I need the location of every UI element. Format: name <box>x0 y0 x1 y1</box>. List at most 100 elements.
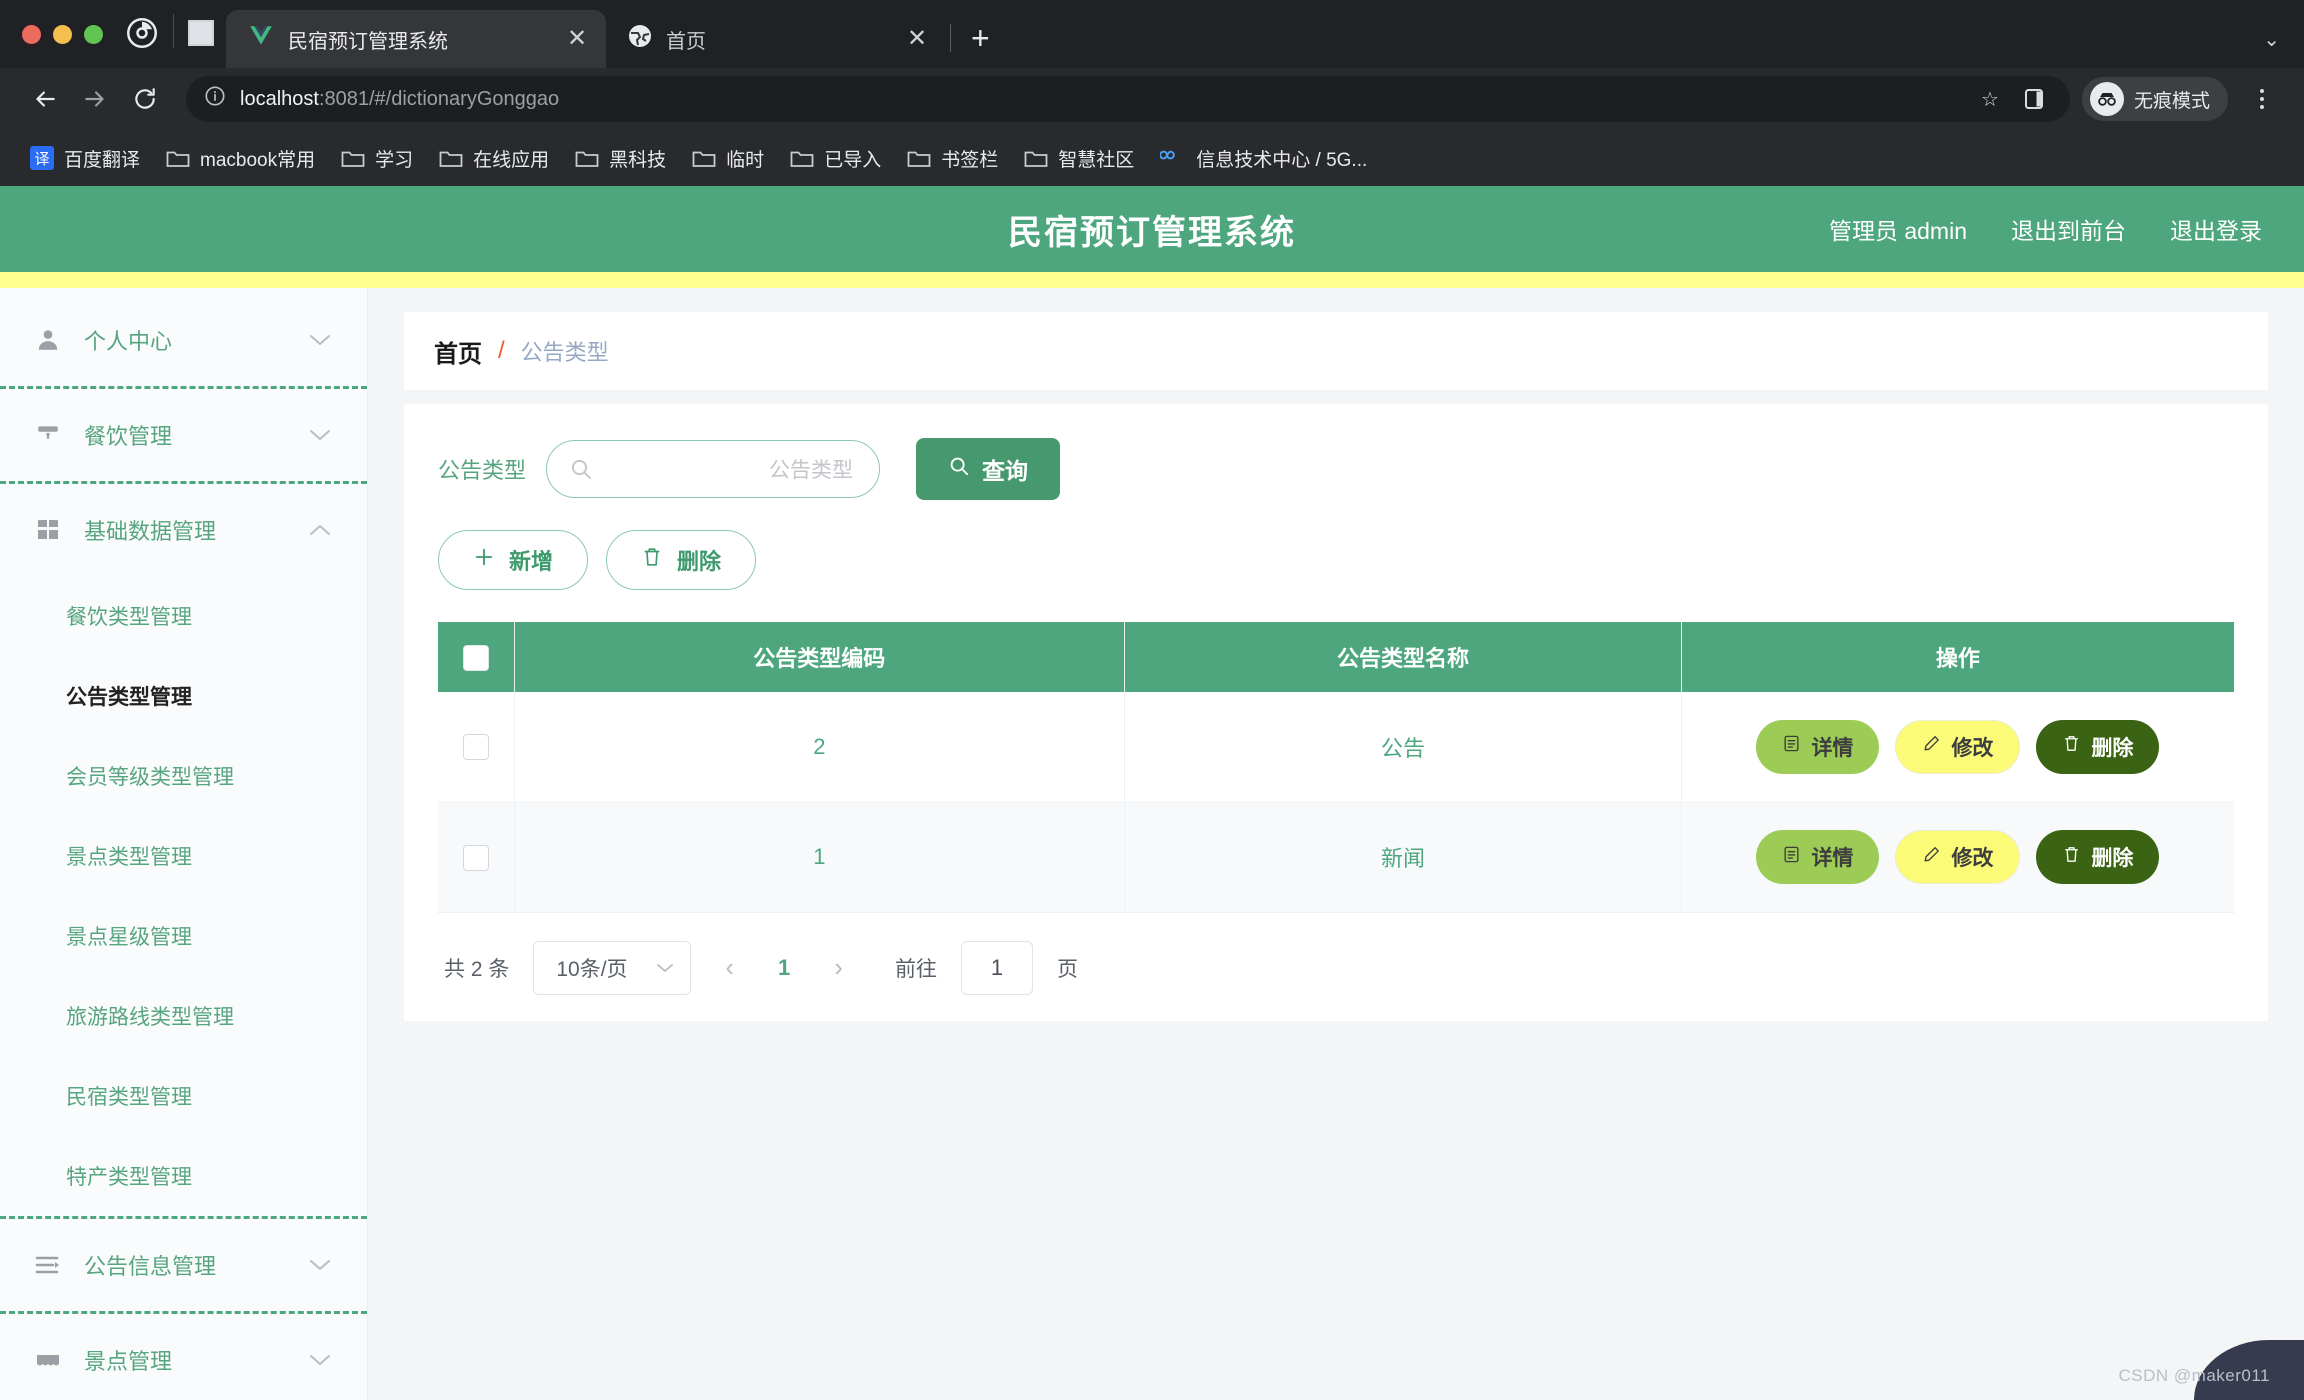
breadcrumb-home[interactable]: 首页 <box>434 334 482 369</box>
sidebar-item-specialty-type[interactable]: 特产类型管理 <box>0 1136 367 1216</box>
breadcrumb-current: 公告类型 <box>521 335 609 367</box>
logout-link[interactable]: 退出登录 <box>2170 212 2262 246</box>
bookmark-label: 书签栏 <box>941 145 998 172</box>
bookmark-item[interactable]: 学习 <box>331 139 423 178</box>
shop-icon <box>34 1346 62 1374</box>
sidebar-item-member-level-type[interactable]: 会员等级类型管理 <box>0 736 367 816</box>
bookmark-item[interactable]: 书签栏 <box>897 139 1008 178</box>
detail-button-label: 详情 <box>1811 842 1853 872</box>
sidebar-group-catering[interactable]: 餐饮管理 <box>0 389 367 481</box>
search-icon <box>948 455 970 483</box>
sidebar-item-homestay-type[interactable]: 民宿类型管理 <box>0 1056 367 1136</box>
close-window-button[interactable] <box>22 25 41 44</box>
incognito-icon <box>2090 82 2124 116</box>
maximize-window-button[interactable] <box>84 25 103 44</box>
sidebar-item-attraction-star[interactable]: 景点星级管理 <box>0 896 367 976</box>
sidebar-item-notice-type[interactable]: 公告类型管理 <box>0 656 367 736</box>
detail-button[interactable]: 详情 <box>1756 720 1879 774</box>
tabstrip-menu-icon[interactable]: ⌄ <box>2263 27 2304 52</box>
sidebar-group-notice-info[interactable]: 公告信息管理 <box>0 1219 367 1311</box>
kebab-menu-icon[interactable] <box>2242 76 2282 122</box>
bookmark-item[interactable]: 在线应用 <box>429 139 559 178</box>
sidebar-group-personal[interactable]: 个人中心 <box>0 294 367 386</box>
tab-title: 民宿预订管理系统 <box>288 25 550 54</box>
sidebar-item-attraction-type[interactable]: 景点类型管理 <box>0 816 367 896</box>
tab-1[interactable]: 首页 ✕ <box>606 10 946 68</box>
translate-icon: 译 <box>30 146 54 170</box>
chevron-down-icon[interactable] <box>309 1353 331 1367</box>
page-number-1[interactable]: 1 <box>768 955 800 981</box>
bookmarks-bar: 译 百度翻译 macbook常用 学习 在线应用 黑科技 临时 已导入 <box>0 130 2304 186</box>
app-body: 个人中心 餐饮管理 基础数据管理 <box>0 288 2304 1400</box>
omnibox-actions: ☆ <box>1970 79 2054 119</box>
delete-button[interactable]: 删除 <box>606 530 756 590</box>
chevron-down-icon[interactable] <box>309 333 331 347</box>
row-delete-button[interactable]: 删除 <box>2036 720 2159 774</box>
breadcrumb: 首页 / 公告类型 <box>404 312 2268 390</box>
search-input[interactable]: 公告类型 <box>546 440 880 498</box>
row-delete-button[interactable]: 删除 <box>2036 830 2159 884</box>
bookmark-item[interactable]: 已导入 <box>780 139 891 178</box>
bookmark-label: 百度翻译 <box>64 145 140 172</box>
sidebar-item-travel-route-type[interactable]: 旅游路线类型管理 <box>0 976 367 1056</box>
select-all-checkbox[interactable] <box>463 645 489 671</box>
chevron-down-icon[interactable] <box>309 1258 331 1272</box>
tab-strip: 民宿预订管理系统 ✕ 首页 ✕ + ⌄ <box>0 0 2304 68</box>
goto-page-input[interactable]: 1 <box>961 941 1033 995</box>
vue-logo-icon <box>248 25 274 53</box>
incognito-label: 无痕模式 <box>2134 86 2210 113</box>
bookmark-star-icon[interactable]: ☆ <box>1970 79 2010 119</box>
query-button[interactable]: 查询 <box>916 438 1060 500</box>
tab-0[interactable]: 民宿预订管理系统 ✕ <box>226 10 606 68</box>
bookmark-item[interactable]: macbook常用 <box>156 139 325 178</box>
folder-icon <box>907 148 931 168</box>
detail-button[interactable]: 详情 <box>1756 830 1879 884</box>
app-header: 民宿预订管理系统 管理员 admin 退出到前台 退出登录 <box>0 186 2304 272</box>
edit-button[interactable]: 修改 <box>1895 720 2020 774</box>
row-operations: 详情 修改 删除 <box>1682 830 2234 884</box>
bookmark-item[interactable]: 译 百度翻译 <box>20 139 150 178</box>
close-tab-icon[interactable]: ✕ <box>904 27 930 51</box>
reload-button[interactable] <box>122 76 168 122</box>
food-icon <box>34 421 62 449</box>
chevron-up-icon[interactable] <box>309 523 331 537</box>
bookmark-item[interactable]: 临时 <box>682 139 774 178</box>
bookmark-item[interactable]: 信息技术中心 / 5G... <box>1150 139 1377 178</box>
edit-button[interactable]: 修改 <box>1895 830 2020 884</box>
pagination: 共 2 条 10条/页 ‹ 1 › 前往 1 页 <box>438 941 2234 995</box>
page-size-select[interactable]: 10条/页 <box>533 941 691 995</box>
bookmark-item[interactable]: 智慧社区 <box>1014 139 1144 178</box>
globe-icon <box>628 24 652 54</box>
close-tab-icon[interactable]: ✕ <box>564 27 590 51</box>
forward-button[interactable] <box>72 76 118 122</box>
go-to-frontend-link[interactable]: 退出到前台 <box>2011 212 2126 246</box>
web-app: 民宿预订管理系统 管理员 admin 退出到前台 退出登录 个人中心 <box>0 186 2304 1400</box>
cell-code: 1 <box>514 802 1125 912</box>
incognito-badge[interactable]: 无痕模式 <box>2082 77 2228 121</box>
sidebar-group-basic-data[interactable]: 基础数据管理 <box>0 484 367 576</box>
address-bar[interactable]: localhost:8081/#/dictionaryGonggao ☆ <box>186 76 2070 122</box>
prev-page-button[interactable]: ‹ <box>715 952 744 983</box>
side-panel-icon[interactable] <box>2014 79 2054 119</box>
sidebar-item-catering-type[interactable]: 餐饮类型管理 <box>0 576 367 656</box>
query-button-label: 查询 <box>982 452 1028 486</box>
sidebar-group-attraction[interactable]: 景点管理 <box>0 1314 367 1400</box>
toolbar-divider <box>173 14 174 48</box>
tab-divider <box>950 24 951 52</box>
chevron-down-icon[interactable] <box>309 428 331 442</box>
info-icon[interactable] <box>204 85 226 113</box>
back-button[interactable] <box>22 76 68 122</box>
row-delete-button-label: 删除 <box>2091 842 2133 872</box>
column-header-code: 公告类型编码 <box>514 622 1125 692</box>
cell-operations: 详情 修改 删除 <box>1681 692 2234 802</box>
row-checkbox[interactable] <box>463 845 489 871</box>
tab-search-icon[interactable] <box>188 20 214 46</box>
doc-icon <box>1782 734 1801 759</box>
breadcrumb-separator: / <box>498 337 505 365</box>
add-button[interactable]: 新增 <box>438 530 588 590</box>
row-checkbox[interactable] <box>463 734 489 760</box>
new-tab-button[interactable]: + <box>971 22 990 54</box>
minimize-window-button[interactable] <box>53 25 72 44</box>
bookmark-item[interactable]: 黑科技 <box>565 139 676 178</box>
next-page-button[interactable]: › <box>824 952 853 983</box>
